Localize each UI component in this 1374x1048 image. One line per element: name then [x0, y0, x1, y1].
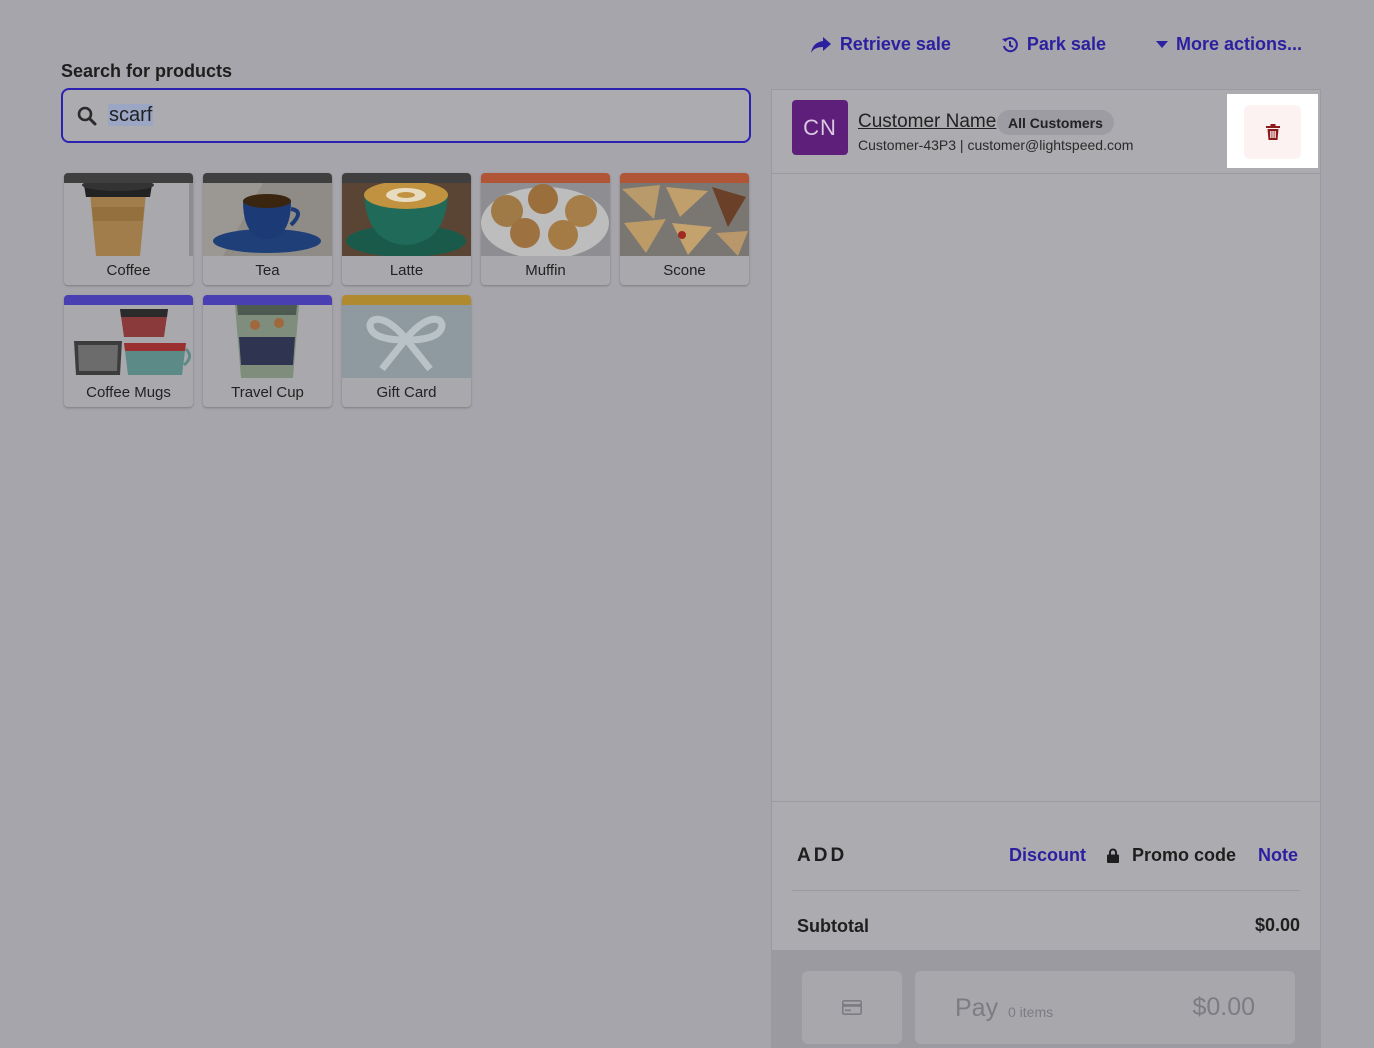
pay-label: Pay	[955, 994, 999, 1022]
product-tile-coffee-mugs[interactable]: Coffee Mugs	[64, 295, 193, 407]
credit-card-icon	[842, 1000, 862, 1015]
share-arrow-icon	[810, 36, 831, 53]
category-bar	[64, 295, 193, 305]
product-name: Coffee	[106, 262, 151, 279]
search-label: Search for products	[61, 61, 233, 81]
product-name: Coffee Mugs	[86, 384, 171, 401]
search-input[interactable]: scarf	[108, 104, 708, 127]
gift-card-image	[342, 305, 471, 378]
category-bar	[481, 173, 610, 183]
subtotal-label: Subtotal	[797, 916, 869, 936]
subtotal-value: $0.00	[1254, 915, 1300, 935]
product-tile-travel-cup[interactable]: Travel Cup	[203, 295, 332, 407]
retrieve-sale-button[interactable]: Retrieve sale	[810, 34, 951, 55]
product-name: Latte	[389, 262, 424, 279]
top-actions: Retrieve sale Park sale More actions...	[810, 34, 1302, 55]
promo-code-button[interactable]: Promo code	[1107, 845, 1236, 866]
promo-code-label: Promo code	[1132, 845, 1237, 865]
product-image-latte	[342, 183, 471, 256]
product-name: Muffin	[525, 262, 566, 279]
customer-group-badge: All Customers	[997, 110, 1114, 135]
note-link[interactable]: Note	[1258, 845, 1298, 866]
product-tile-scone[interactable]: Scone	[620, 173, 749, 285]
product-name: Tea	[255, 262, 280, 279]
more-actions-label: More actions...	[1175, 34, 1302, 54]
avatar: CN	[792, 100, 848, 155]
product-image-tea	[203, 183, 332, 256]
product-name: Travel Cup	[231, 384, 304, 401]
product-tile-muffin[interactable]: Muffin	[481, 173, 610, 285]
park-sale-button[interactable]: Park sale	[1001, 34, 1106, 55]
card-payment-button[interactable]	[802, 971, 902, 1044]
pay-item-count: 0 items	[1008, 1004, 1054, 1020]
divider	[792, 890, 1300, 891]
category-bar	[620, 173, 749, 183]
category-bar	[64, 173, 193, 183]
history-icon	[1001, 36, 1018, 52]
add-section: ADD Discount Promo code Note Subtotal $0…	[772, 801, 1320, 949]
discount-link[interactable]: Discount	[1009, 845, 1086, 866]
product-image-travel-cup	[203, 305, 332, 378]
category-bar	[203, 295, 332, 305]
product-tile-gift-card[interactable]: Gift Card	[342, 295, 471, 407]
more-actions-button[interactable]: More actions...	[1155, 34, 1302, 55]
park-sale-label: Park sale	[1026, 34, 1106, 54]
search-icon	[77, 106, 97, 125]
retrieve-sale-label: Retrieve sale	[839, 34, 951, 54]
product-image-scone	[620, 183, 749, 256]
product-image-coffee-mugs	[64, 305, 193, 378]
trash-icon	[1265, 124, 1280, 140]
sale-panel: CN Customer Name All Customers Customer-…	[771, 89, 1321, 1048]
product-image-coffee	[64, 183, 193, 256]
product-name: Scone	[663, 262, 706, 279]
product-tile-coffee[interactable]: Coffee	[64, 173, 193, 285]
category-bar	[342, 295, 471, 305]
remove-customer-button[interactable]	[1244, 105, 1301, 159]
product-image-muffin	[481, 183, 610, 256]
customer-name-link[interactable]: Customer Name	[858, 111, 996, 133]
caret-down-icon	[1155, 40, 1168, 48]
product-tile-tea[interactable]: Tea	[203, 173, 332, 285]
add-label: ADD	[797, 845, 848, 866]
product-name: Gift Card	[376, 384, 437, 401]
pay-button[interactable]: Pay 0 items $0.00	[915, 971, 1295, 1044]
customer-row: CN Customer Name All Customers Customer-…	[772, 90, 1320, 174]
category-bar	[203, 173, 332, 183]
product-tile-latte[interactable]: Latte	[342, 173, 471, 285]
lock-icon	[1107, 848, 1119, 863]
category-bar	[342, 173, 471, 183]
pay-area: Pay 0 items $0.00	[772, 950, 1320, 1048]
search-value: scarf	[108, 104, 154, 126]
customer-meta: Customer-43P3 | customer@lightspeed.com	[858, 137, 1134, 153]
pay-total: $0.00	[1192, 993, 1255, 1021]
search-box[interactable]: scarf	[61, 88, 751, 143]
